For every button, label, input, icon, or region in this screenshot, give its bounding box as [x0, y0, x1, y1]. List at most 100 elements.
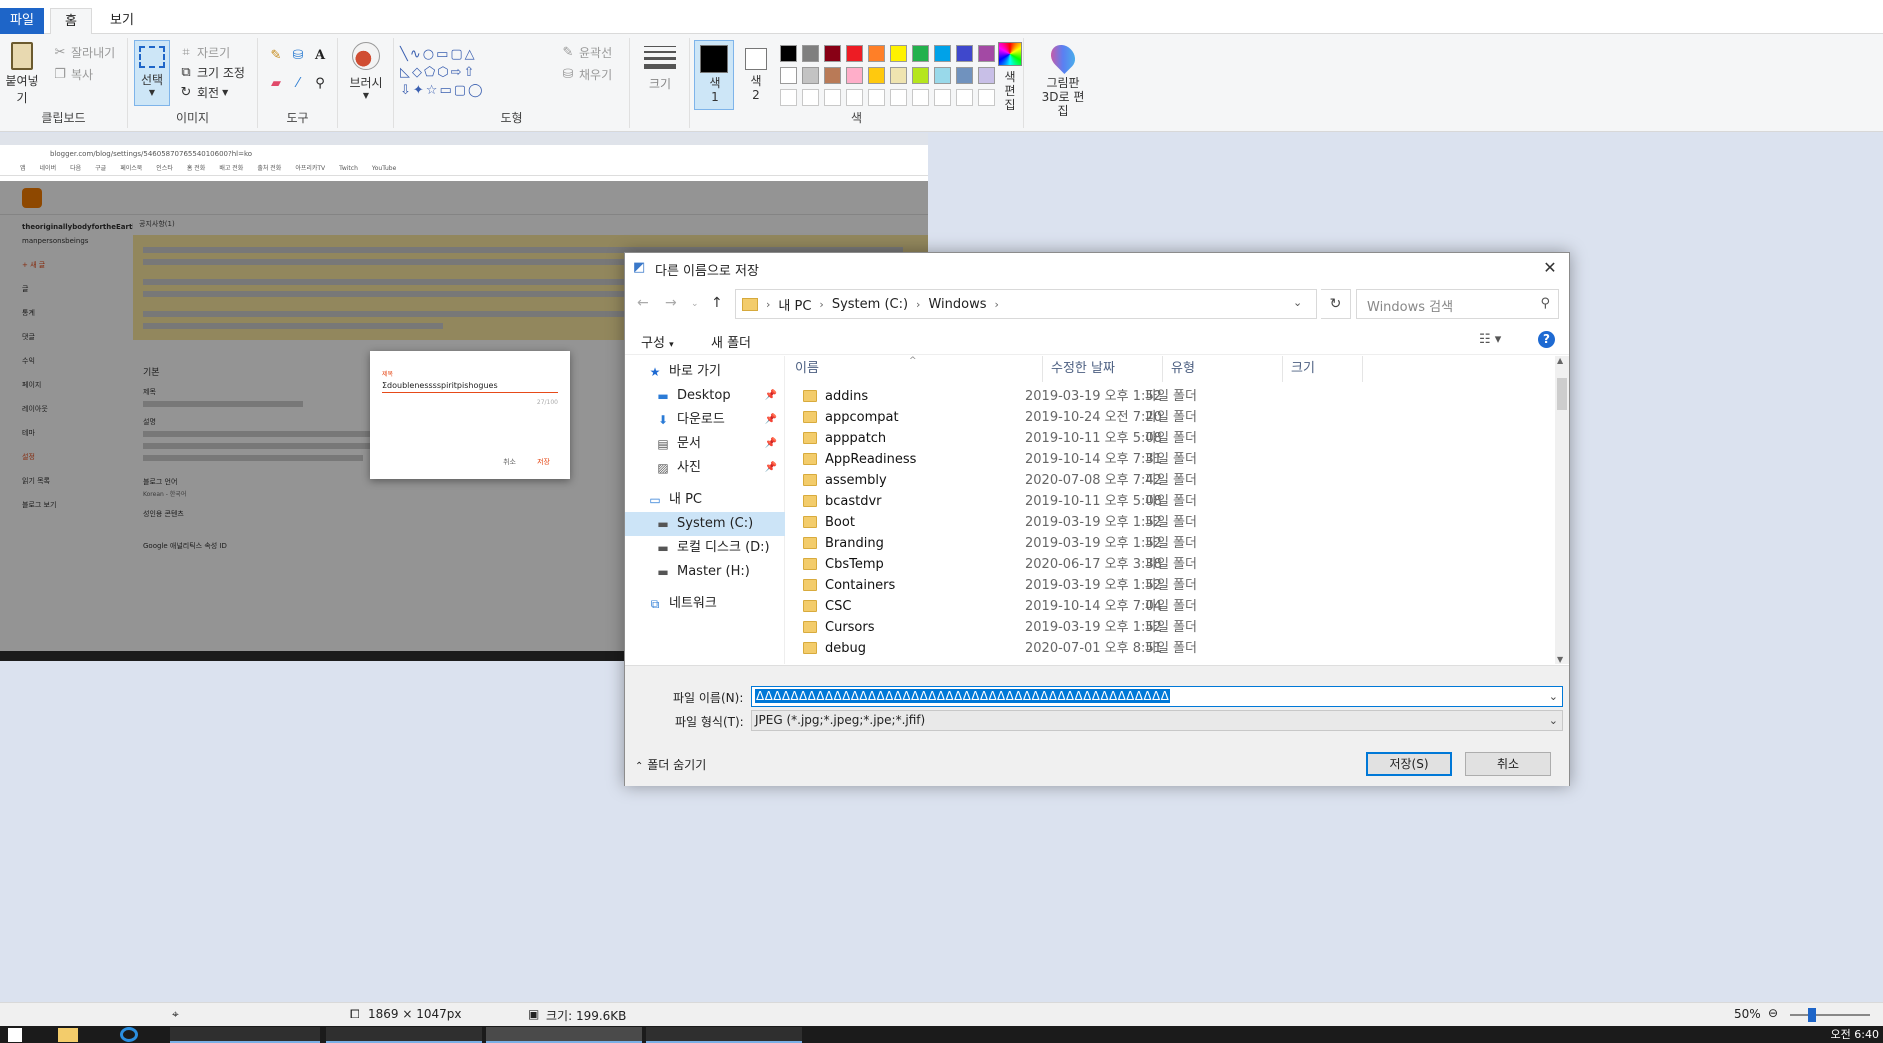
brushes-button[interactable]: 브러시 ▼ [344, 42, 388, 100]
column-header-name[interactable]: 이름 ^ [787, 356, 1043, 382]
column-header-type[interactable]: 유형 [1163, 356, 1283, 382]
magnifier-icon[interactable]: ⚲ [312, 76, 328, 92]
rotate-button[interactable]: ↻ 회전 ▼ [178, 84, 229, 101]
taskbar-item-document[interactable] [646, 1027, 802, 1043]
edit-paint3d-button[interactable]: 그림판 3D로 편집 [1038, 40, 1088, 118]
internet-explorer-icon[interactable] [120, 1027, 138, 1042]
nav-item-master-h[interactable]: ▬ Master (H:) [625, 560, 785, 584]
file-explorer-icon[interactable] [58, 1028, 78, 1042]
copy-button[interactable]: ❐ 복사 [52, 66, 93, 83]
back-arrow-icon[interactable]: ← [637, 295, 649, 311]
nav-item-downloads[interactable]: ⬇ 다운로드 📌 [625, 408, 785, 432]
select-button[interactable]: 선택 ▼ [134, 40, 170, 106]
color-swatch[interactable] [978, 45, 995, 62]
breadcrumb-windows[interactable]: Windows [928, 297, 986, 312]
file-row[interactable]: addins 2019-03-19 오후 1:52 파일 폴더 [787, 386, 1555, 407]
custom-color-slot[interactable] [846, 89, 863, 106]
custom-color-slot[interactable] [934, 89, 951, 106]
color-swatch[interactable] [802, 67, 819, 84]
taskbar-item-app[interactable] [326, 1027, 482, 1043]
close-icon[interactable]: ✕ [1537, 255, 1563, 281]
search-input[interactable]: Windows 검색 ⚲ [1356, 289, 1559, 319]
nav-item-local-d[interactable]: ▬ 로컬 디스크 (D:) [625, 536, 785, 560]
taskbar-item-chrome[interactable] [170, 1027, 320, 1043]
color-swatch[interactable] [890, 45, 907, 62]
tab-file[interactable]: 파일 [0, 8, 44, 34]
breadcrumb-system[interactable]: System (C:) [832, 297, 908, 312]
color-swatch[interactable] [868, 67, 885, 84]
color-swatch[interactable] [846, 67, 863, 84]
file-row[interactable]: apppatch 2019-10-11 오후 5:08 파일 폴더 [787, 428, 1555, 449]
organize-button[interactable]: 구성 ▾ [641, 332, 674, 351]
file-row[interactable]: bcastdvr 2019-10-11 오후 5:08 파일 폴더 [787, 491, 1555, 512]
fill-button[interactable]: ⛁ 채우기 [560, 66, 613, 83]
tab-home[interactable]: 홈 [50, 8, 92, 34]
zoom-slider-thumb[interactable] [1808, 1008, 1816, 1022]
outline-button[interactable]: ✎ 윤곽선 [560, 44, 613, 61]
color-swatch[interactable] [956, 45, 973, 62]
color-swatch[interactable] [978, 67, 995, 84]
nav-item-thispc[interactable]: ▭ 내 PC [625, 488, 785, 512]
save-button[interactable]: 저장(S) [1366, 752, 1452, 776]
up-arrow-icon[interactable]: ↑ [711, 295, 723, 311]
filename-input[interactable]: ΔΔΔΔΔΔΔΔΔΔΔΔΔΔΔΔΔΔΔΔΔΔΔΔΔΔΔΔΔΔΔΔΔΔΔΔΔΔΔΔ… [751, 686, 1563, 707]
custom-color-slot[interactable] [956, 89, 973, 106]
edit-colors-button[interactable]: 색 편집 [996, 42, 1024, 112]
size-button[interactable]: 크기 [640, 46, 680, 92]
file-row[interactable]: CbsTemp 2020-06-17 오후 3:38 파일 폴더 [787, 554, 1555, 575]
file-row[interactable]: assembly 2020-07-08 오후 7:42 파일 폴더 [787, 470, 1555, 491]
nav-item-desktop[interactable]: ▬ Desktop 📌 [625, 384, 785, 408]
custom-color-slot[interactable] [890, 89, 907, 106]
custom-color-slot[interactable] [802, 89, 819, 106]
color-swatch[interactable] [780, 45, 797, 62]
column-header-size[interactable]: 크기 [1283, 356, 1363, 382]
file-row[interactable]: CSC 2019-10-14 오후 7:04 파일 폴더 [787, 596, 1555, 617]
windows-start-icon[interactable] [8, 1028, 22, 1042]
color-swatch[interactable] [934, 45, 951, 62]
resize-button[interactable]: ⧉ 크기 조정 [178, 64, 245, 81]
taskbar-item-paint[interactable] [486, 1027, 642, 1043]
color-swatch[interactable] [956, 67, 973, 84]
custom-color-slot[interactable] [780, 89, 797, 106]
nav-item-network[interactable]: ⧉ 네트워크 [625, 592, 785, 616]
scroll-down-icon[interactable]: ▼ [1557, 655, 1563, 664]
breadcrumb-thispc[interactable]: 내 PC [778, 295, 811, 314]
zoom-out-icon[interactable]: ⊖ [1768, 1006, 1778, 1020]
chevron-down-icon[interactable]: ⌄ [1549, 690, 1558, 703]
zoom-slider[interactable] [1790, 1014, 1870, 1016]
nav-item-quick-access[interactable]: ★ 바로 가기 [625, 360, 785, 384]
recent-chevron-icon[interactable]: ⌄ [691, 299, 699, 309]
custom-color-slot[interactable] [912, 89, 929, 106]
refresh-icon[interactable]: ↻ [1321, 289, 1351, 319]
new-folder-button[interactable]: 새 폴더 [711, 332, 751, 351]
color-swatch[interactable] [912, 45, 929, 62]
color-swatch[interactable] [846, 45, 863, 62]
filetype-select[interactable]: JPEG (*.jpg;*.jpeg;*.jpe;*.jfif) ⌄ [751, 710, 1563, 731]
color-swatch[interactable] [934, 67, 951, 84]
scrollbar-thumb[interactable] [1557, 378, 1567, 410]
color-swatch[interactable] [868, 45, 885, 62]
color-swatch[interactable] [824, 45, 841, 62]
nav-item-documents[interactable]: ▤ 문서 📌 [625, 432, 785, 456]
cut-button[interactable]: ✂ 잘라내기 [52, 44, 116, 61]
custom-color-slot[interactable] [978, 89, 995, 106]
forward-arrow-icon[interactable]: → [665, 295, 677, 311]
hide-folders-button[interactable]: ⌃ 폴더 숨기기 [635, 756, 706, 773]
cancel-button[interactable]: 취소 [1465, 752, 1551, 776]
chevron-down-icon[interactable]: ⌄ [1293, 296, 1302, 309]
nav-item-system-drive[interactable]: ▬ System (C:) [625, 512, 785, 536]
file-row[interactable]: Branding 2019-03-19 오후 1:52 파일 폴더 [787, 533, 1555, 554]
text-tool-icon[interactable]: A [312, 48, 328, 64]
color-swatch[interactable] [912, 67, 929, 84]
address-bar[interactable]: › 내 PC › System (C:) › Windows › [735, 289, 1317, 319]
custom-color-slot[interactable] [868, 89, 885, 106]
file-row[interactable]: appcompat 2019-10-24 오전 7:20 파일 폴더 [787, 407, 1555, 428]
file-list-scrollbar[interactable]: ▲ ▼ [1555, 356, 1569, 664]
column-header-date[interactable]: 수정한 날짜 [1043, 356, 1163, 382]
color-picker-icon[interactable]: ⁄ [290, 76, 306, 92]
file-row[interactable]: Cursors 2019-03-19 오후 1:52 파일 폴더 [787, 617, 1555, 638]
pencil-icon[interactable]: ✎ [268, 48, 284, 64]
color1-button[interactable]: 색 1 [694, 40, 734, 110]
fill-bucket-icon[interactable]: ⛁ [290, 48, 306, 64]
tab-view[interactable]: 보기 [96, 8, 148, 34]
